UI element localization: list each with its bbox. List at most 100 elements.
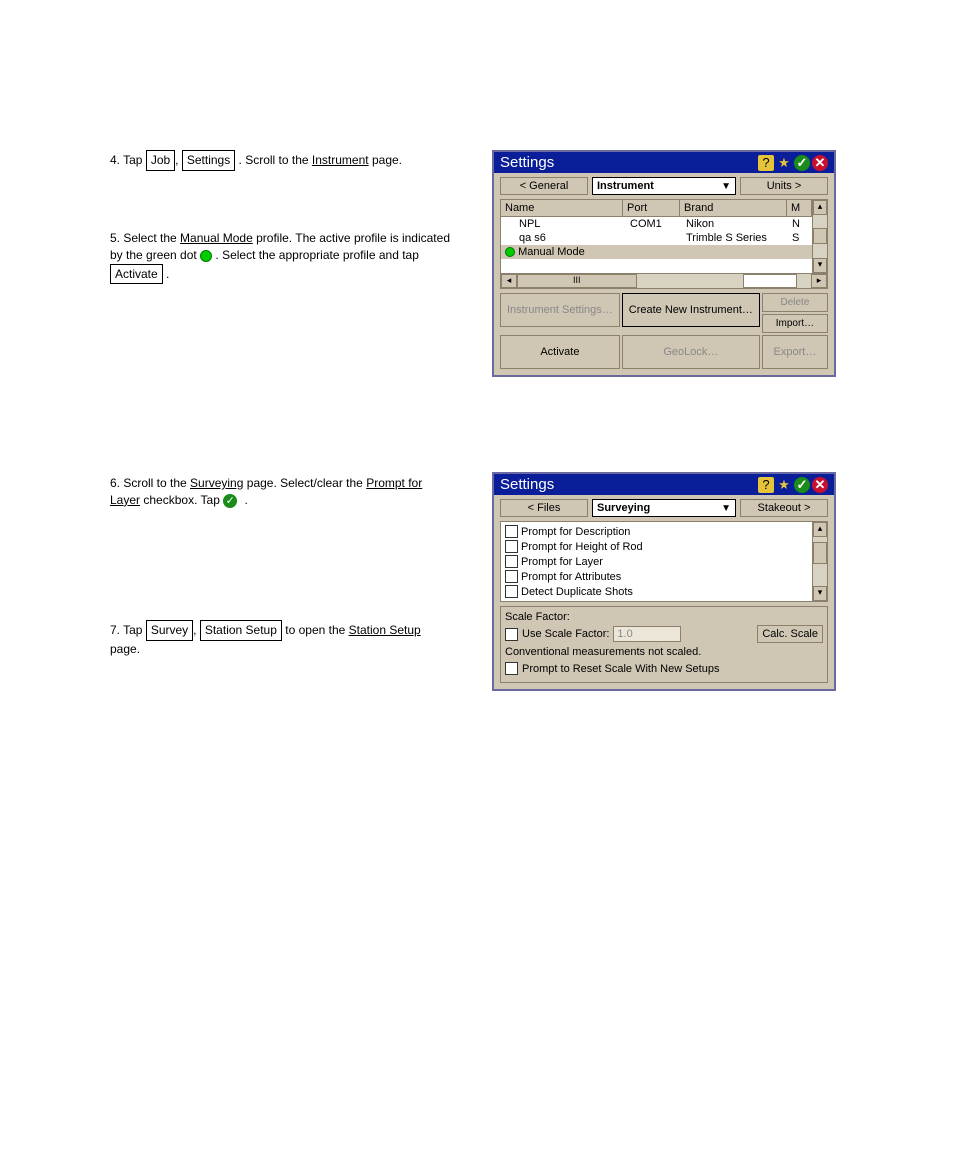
row-brand: Nikon [682, 217, 788, 231]
ok-icon[interactable]: ✓ [794, 155, 810, 171]
panel-title: Settings [500, 476, 756, 493]
chevron-down-icon: ▼ [721, 503, 731, 514]
scroll-thumb[interactable] [813, 542, 827, 564]
star-icon[interactable]: ★ [776, 155, 792, 171]
scroll-right-icon[interactable]: ▸ [811, 274, 827, 288]
checklist: Prompt for Description Prompt for Height… [500, 521, 828, 602]
step7-prefix: 7. Tap [110, 623, 146, 637]
checkbox[interactable] [505, 555, 518, 568]
checkbox[interactable] [505, 540, 518, 553]
prev-page-button[interactable]: < General [500, 177, 588, 195]
check-label: Detect Duplicate Shots [521, 586, 633, 598]
export-button[interactable]: Export… [762, 335, 828, 369]
scroll-down-icon[interactable]: ▾ [813, 586, 827, 601]
next-page-button[interactable]: Units > [740, 177, 828, 195]
check-label: Prompt for Height of Rod [521, 541, 643, 553]
prev-page-button[interactable]: < Files [500, 499, 588, 517]
help-icon[interactable]: ? [758, 155, 774, 171]
row-brand: Trimble S Series [682, 231, 788, 245]
close-icon[interactable]: ✕ [812, 155, 828, 171]
row-name-text: Manual Mode [518, 246, 585, 258]
row-name: NPL [501, 217, 626, 231]
geolock-button[interactable]: GeoLock… [622, 335, 760, 369]
col-port[interactable]: Port [623, 200, 680, 216]
list-item[interactable]: Prompt for Layer [503, 554, 810, 569]
scroll-left-icon[interactable]: ◂ [501, 274, 517, 288]
check-label: Prompt for Layer [521, 556, 603, 568]
col-m[interactable]: M [787, 200, 812, 216]
prompt-reset-checkbox[interactable] [505, 662, 518, 675]
vertical-scrollbar[interactable]: ▴ ▾ [812, 522, 827, 601]
page-selector[interactable]: Surveying ▼ [592, 499, 736, 517]
step5-end: . [166, 267, 169, 281]
horizontal-scrollbar[interactable]: ◂ III ▸ [500, 274, 828, 289]
delete-button[interactable]: Delete [762, 293, 828, 312]
table-row[interactable]: NPL COM1 Nikon N [501, 217, 812, 231]
use-scale-checkbox[interactable] [505, 628, 518, 641]
row-m [788, 245, 812, 259]
create-new-instrument-button[interactable]: Create New Instrument… [622, 293, 760, 327]
next-page-button[interactable]: Stakeout > [740, 499, 828, 517]
row-brand [682, 245, 788, 259]
list-item[interactable]: Detect Duplicate Shots [503, 584, 810, 599]
scale-legend: Scale Factor: [505, 611, 823, 623]
row-name: qa s6 [501, 231, 626, 245]
table-row[interactable]: qa s6 Trimble S Series S [501, 231, 812, 245]
scroll-thumb[interactable]: III [517, 274, 637, 288]
instruction-5: 5. Select the Manual Mode profile. The a… [110, 230, 450, 284]
vertical-scrollbar[interactable]: ▴ ▾ [812, 200, 827, 273]
activate-button-label: Activate [110, 264, 163, 285]
calc-scale-button[interactable]: Calc. Scale [757, 625, 823, 643]
list-item[interactable]: Prompt for Description [503, 524, 810, 539]
list-item[interactable]: Prompt for Attributes [503, 569, 810, 584]
settings-button-label: Settings [182, 150, 235, 171]
row-port: COM1 [626, 217, 682, 231]
accept-icon: ✓ [223, 494, 237, 508]
close-icon[interactable]: ✕ [812, 477, 828, 493]
col-name[interactable]: Name [501, 200, 623, 216]
job-button-label: Job [146, 150, 175, 171]
green-dot-icon [200, 250, 212, 262]
table-row[interactable]: Manual Mode [501, 245, 812, 259]
scroll-down-icon[interactable]: ▾ [813, 258, 827, 273]
step7-page: page. [110, 642, 140, 656]
row-port [626, 231, 682, 245]
import-button[interactable]: Import… [762, 314, 828, 333]
settings-surveying-panel: Settings ? ★ ✓ ✕ < Files Surveying ▼ Sta… [492, 472, 836, 691]
scroll-thumb[interactable] [813, 228, 827, 244]
station-setup-link: Station Setup [349, 623, 421, 637]
help-icon[interactable]: ? [758, 477, 774, 493]
panel-title: Settings [500, 154, 756, 171]
scroll-gap [743, 274, 797, 288]
scale-factor-group: Scale Factor: Use Scale Factor: 1.0 Calc… [500, 606, 828, 683]
survey-button-label: Survey [146, 620, 193, 641]
col-brand[interactable]: Brand [680, 200, 787, 216]
step7-mid: to open the [285, 623, 348, 637]
panel-titlebar: Settings ? ★ ✓ ✕ [494, 474, 834, 495]
step6-pagemid: page. Select/clear the [247, 476, 366, 490]
instruction-7: 7. Tap Survey, Station Setup to open the… [110, 620, 450, 658]
scroll-up-icon[interactable]: ▴ [813, 522, 827, 537]
instrument-table: Name Port Brand M NPL COM1 Nikon N qa s6… [500, 199, 828, 274]
list-item[interactable]: Prompt for Height of Rod [503, 539, 810, 554]
activate-button[interactable]: Activate [500, 335, 620, 369]
scale-factor-input[interactable]: 1.0 [613, 626, 681, 642]
page-selector-label: Instrument [597, 180, 654, 192]
step4-page: page. [372, 153, 402, 167]
step6-prefix: 6. Scroll to the [110, 476, 190, 490]
ok-icon[interactable]: ✓ [794, 477, 810, 493]
star-icon[interactable]: ★ [776, 477, 792, 493]
checkbox[interactable] [505, 525, 518, 538]
instrument-link: Instrument [312, 153, 369, 167]
page-selector-label: Surveying [597, 502, 650, 514]
checkbox[interactable] [505, 570, 518, 583]
manual-mode-link: Manual Mode [180, 231, 253, 245]
nav-row: < General Instrument ▼ Units > [494, 173, 834, 199]
scroll-up-icon[interactable]: ▴ [813, 200, 827, 215]
instruction-4: 4. Tap Job, Settings . Scroll to the Ins… [110, 150, 450, 171]
page-selector[interactable]: Instrument ▼ [592, 177, 736, 195]
button-grid: Instrument Settings… Create New Instrume… [494, 289, 834, 375]
nav-row: < Files Surveying ▼ Stakeout > [494, 495, 834, 521]
instrument-settings-button[interactable]: Instrument Settings… [500, 293, 620, 327]
checkbox[interactable] [505, 585, 518, 598]
